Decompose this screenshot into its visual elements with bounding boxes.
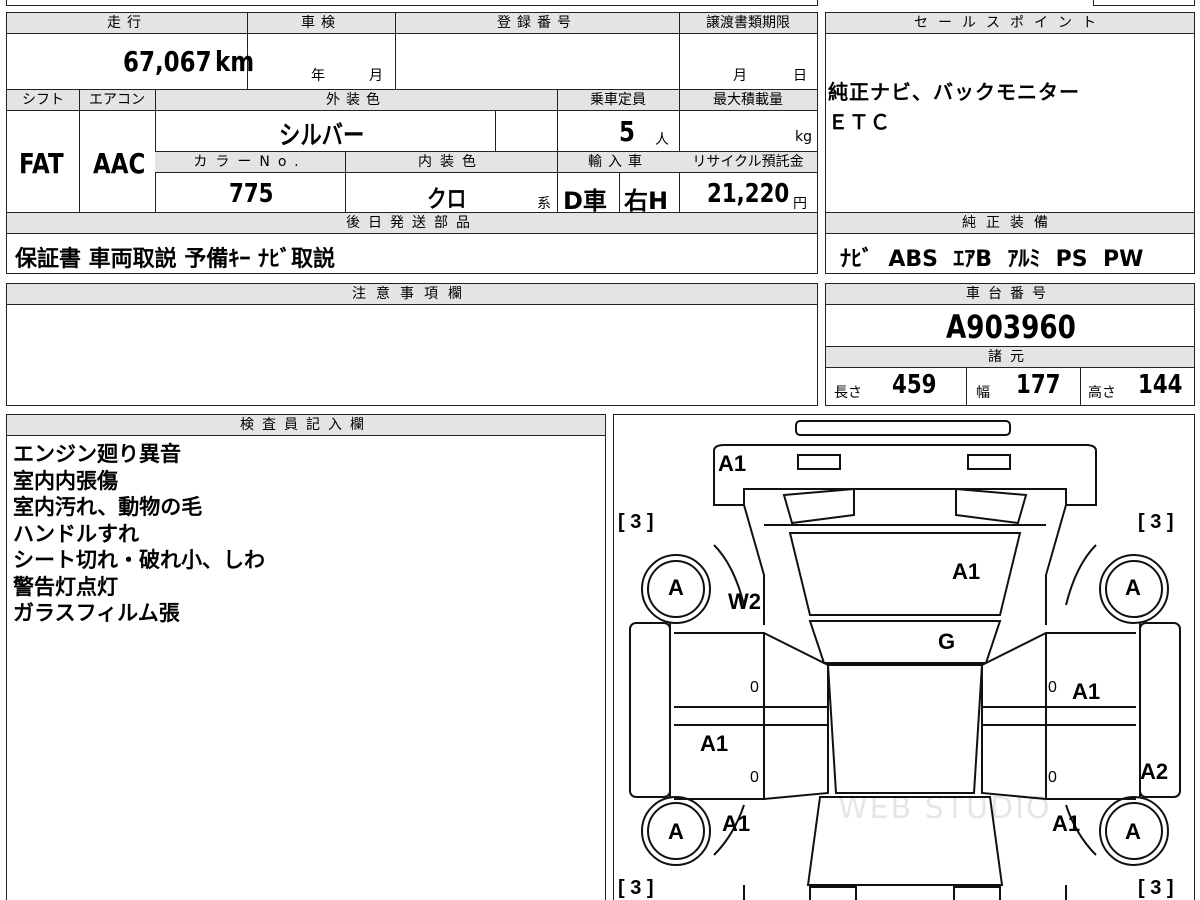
wheel-rear-right-mark: A: [1125, 819, 1141, 844]
wheel-front-left-mark: A: [668, 575, 684, 600]
damage-right-rear-quarter: A2: [1140, 759, 1169, 784]
import-value: D車: [563, 187, 607, 215]
inspector-note: ガラスフィルム張: [13, 601, 180, 625]
inspector-note: 室内内張傷: [13, 468, 118, 493]
import-label: 輸入車: [557, 152, 679, 173]
inspector-note: シート切れ・破れ小、しわ: [13, 548, 265, 572]
damage-left-rear-fender: A1: [722, 811, 751, 836]
inspector-notes-list: エンジン廻り異音 室内内張傷 室内汚れ、動物の毛 ハンドルすれ シート切れ・破れ…: [13, 441, 265, 627]
equipment-label: 純正装備: [826, 213, 1194, 234]
height-value: 144: [1138, 370, 1183, 400]
interior-color-label: 内装色: [345, 152, 557, 173]
notes-label: 注意事項欄: [7, 284, 817, 305]
inspector-label: 検査員記入欄: [7, 415, 605, 436]
door-count-3: 0: [750, 769, 759, 786]
door-count-4: 0: [1048, 769, 1057, 786]
handle-side-value: 右H: [624, 187, 669, 215]
vehicle-info-table: 走行 車検 登録番号 譲渡書類期限 67,067 km 年 月 月 日 シフト …: [6, 12, 818, 274]
sales-point-line: 純正ナビ、バックモニター: [828, 80, 1080, 104]
damage-right-front-door: A1: [1072, 679, 1101, 704]
ac-label: エアコン: [79, 90, 155, 111]
car-outline-drawing: [629, 420, 1181, 900]
notes-box: 注意事項欄: [6, 283, 818, 406]
damage-front-bumper: A1: [718, 451, 747, 476]
interior-color-value: クロ: [427, 185, 467, 213]
capacity-label: 乗車定員: [557, 90, 679, 111]
inspector-note: 警告灯点灯: [13, 574, 118, 599]
sales-point-line: ＥＴＣ: [828, 110, 891, 134]
wheel-rear-left-mark: A: [668, 819, 684, 844]
registration-label: 登録番号: [395, 13, 679, 34]
recycle-deposit-value: 21,220: [707, 179, 790, 209]
damage-windshield: A1: [952, 559, 981, 584]
later-parts-label: 後日発送部品: [7, 213, 817, 234]
mileage-label: 走行: [7, 13, 247, 34]
door-count-1: 0: [750, 679, 759, 696]
shaken-year-unit: 年: [311, 68, 325, 84]
width-label: 幅: [976, 385, 990, 401]
transfer-deadline-label: 譲渡書類期限: [679, 13, 817, 34]
transfer-day-unit: 日: [793, 68, 807, 84]
damage-front-left-fender: W2: [728, 589, 761, 614]
damage-roof: G: [938, 629, 956, 654]
capacity-value: 5: [619, 115, 635, 148]
max-load-unit: kg: [795, 129, 812, 145]
color-number-value: 775: [229, 179, 274, 209]
sales-points-list: 純正ナビ、バックモニター ＥＴＣ: [828, 77, 1080, 137]
tire-front-right-grade: [ 3 ]: [1138, 511, 1174, 533]
door-count-2: 0: [1048, 679, 1057, 696]
exterior-color-value: シルバー: [279, 121, 365, 151]
transfer-month-unit: 月: [733, 68, 747, 84]
chassis-number-label: 車台番号: [826, 284, 1194, 305]
ac-value: AAC: [93, 147, 146, 180]
height-label: 高さ: [1088, 385, 1116, 401]
inspector-note: ハンドルすれ: [13, 521, 139, 546]
mileage-unit: km: [215, 45, 255, 78]
later-parts-value: 保証書 車両取説 予備ｷｰ ﾅﾋﾞ取説: [15, 247, 335, 272]
sales-points-label: セールスポイント: [826, 13, 1194, 34]
mileage-value: 67,067: [123, 45, 212, 78]
color-number-label: カラーNo.: [155, 152, 345, 173]
capacity-unit: 人: [655, 132, 669, 148]
tire-rear-left-grade: [ 3 ]: [618, 877, 654, 899]
damage-left-rear-door: A1: [700, 731, 729, 756]
specs-label: 諸元: [826, 347, 1194, 368]
top-strip-right: [1093, 0, 1195, 6]
interior-color-unit: 系: [537, 196, 551, 212]
length-label: 長さ: [834, 385, 862, 401]
sales-points-box: セールスポイント 純正ナビ、バックモニター ＥＴＣ 純正装備 ﾅﾋﾞ ABS ｴ…: [825, 12, 1195, 274]
shaken-label: 車検: [247, 13, 395, 34]
shift-label: シフト: [7, 90, 79, 111]
tire-rear-right-grade: [ 3 ]: [1138, 877, 1174, 899]
car-damage-diagram: A1 A1 W2 G A1 A1 A2 A1 A1 A A A A [ 3 ] …: [613, 414, 1195, 900]
top-strip: [6, 0, 818, 6]
chassis-specs-box: 車台番号 A903960 諸元 長さ 459 幅 177 高さ 144: [825, 283, 1195, 406]
recycle-deposit-label: リサイクル預託金: [679, 152, 817, 173]
length-value: 459: [892, 370, 937, 400]
tire-front-left-grade: [ 3 ]: [618, 511, 654, 533]
max-load-label: 最大積載量: [679, 90, 817, 111]
shift-value: FAT: [19, 147, 64, 180]
inspector-note: 室内汚れ、動物の毛: [13, 495, 203, 519]
damage-right-rear-fender: A1: [1052, 811, 1081, 836]
chassis-number-value: A903960: [946, 308, 1076, 346]
width-value: 177: [1016, 370, 1061, 400]
inspector-box: 検査員記入欄 エンジン廻り異音 室内内張傷 室内汚れ、動物の毛 ハンドルすれ シ…: [6, 414, 606, 900]
recycle-deposit-unit: 円: [793, 196, 807, 212]
watermark-text: WEB STUDIO: [838, 791, 1052, 826]
shaken-month-unit: 月: [369, 68, 383, 84]
inspector-note: エンジン廻り異音: [13, 442, 181, 466]
wheel-front-right-mark: A: [1125, 575, 1141, 600]
exterior-color-label: 外装色: [155, 90, 557, 111]
equipment-value: ﾅﾋﾞ ABS ｴｱB ｱﾙﾐ PS PW: [840, 247, 1144, 272]
